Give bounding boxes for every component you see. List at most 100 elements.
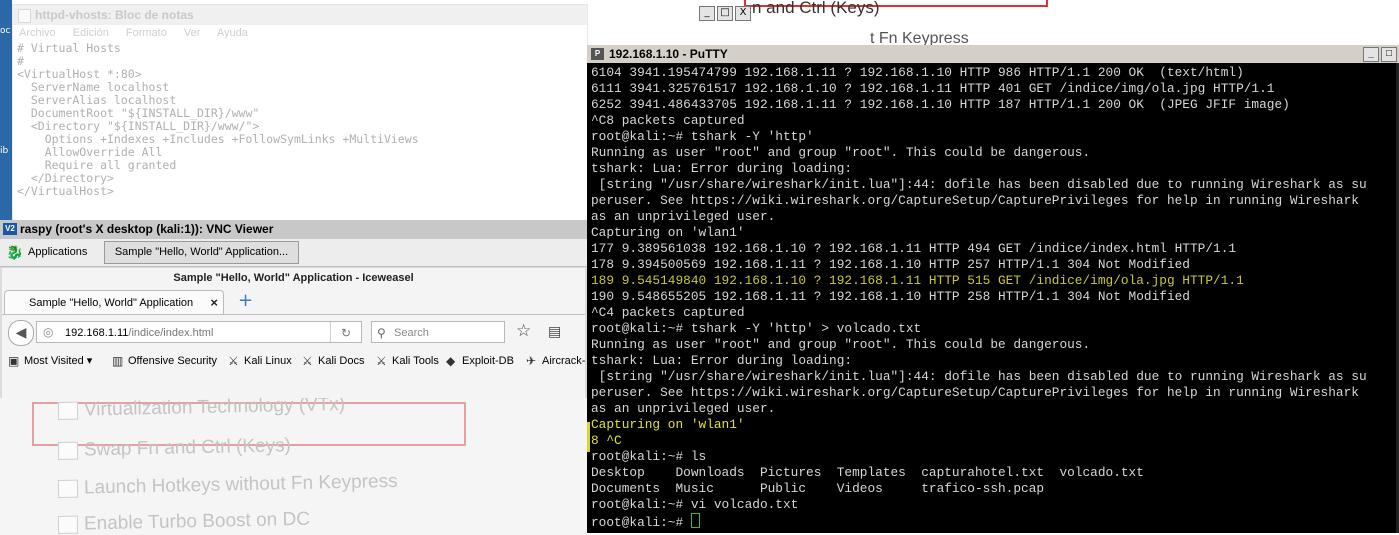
notepad-icon bbox=[18, 9, 31, 23]
terminal-line: Documents Music Public Videos trafico-ss… bbox=[591, 481, 1045, 496]
kali-icon: ⚔ bbox=[376, 354, 387, 368]
browser-window-title: Sample "Hello, World" Application - Icew… bbox=[173, 272, 414, 284]
terminal-line: peruser. See https://wiki.wireshark.org/… bbox=[591, 385, 1359, 400]
tab-hello-world[interactable]: Sample "Hello, World" Application × bbox=[4, 290, 224, 314]
kali-icon: ⚔ bbox=[228, 354, 239, 368]
back-arrow-icon[interactable]: ◀ bbox=[8, 320, 34, 346]
notepad-title: httpd-vhosts: Bloc de notas bbox=[35, 8, 194, 22]
checkbox-icon bbox=[57, 479, 79, 498]
close-tab-icon[interactable]: × bbox=[210, 291, 218, 315]
bookmark-aircrack[interactable]: ✈ Aircrack- bbox=[526, 349, 585, 373]
terminal-line: root@kali:~# tshark -Y 'http' bbox=[591, 129, 814, 144]
menu-formato[interactable]: Formato bbox=[126, 27, 167, 39]
bookmark-kali-tools[interactable]: ⚔ Kali Tools bbox=[376, 349, 439, 373]
putty-titlebar[interactable]: P 192.168.1.10 - PuTTY _ □ bbox=[587, 45, 1399, 63]
terminal-line: Running as user "root" and group "root".… bbox=[591, 337, 1091, 352]
tab-label: Sample "Hello, World" Application bbox=[29, 297, 194, 309]
terminal-line: [string "/usr/share/wireshark/init.lua"]… bbox=[591, 369, 1367, 384]
terminal-line: 6111 3941.325761517 192.168.1.10 ? 192.1… bbox=[591, 81, 1275, 96]
bookmark-exploit-db[interactable]: ◆ Exploit-DB bbox=[446, 349, 514, 373]
bios-text-fragment: n and Ctrl (Keys) bbox=[752, 0, 880, 17]
bios-option: Launch Hotkeys without Fn Keypress bbox=[57, 471, 398, 500]
terminal-line: 178 9.394500569 192.168.1.11 ? 192.168.1… bbox=[591, 257, 1190, 272]
tab-strip: Sample "Hello, World" Application × + bbox=[2, 288, 585, 315]
notepad-titlebar[interactable]: httpd-vhosts: Bloc de notas bbox=[13, 5, 587, 25]
desktop-label: oc bbox=[0, 26, 11, 36]
bookmark-offensive-security[interactable]: ▥ Offensive Security bbox=[112, 349, 217, 373]
bookmark-star-icon[interactable]: ☆ bbox=[516, 322, 531, 340]
iceweasel-window: Sample "Hello, World" Application - Icew… bbox=[2, 268, 585, 398]
bookmark-kali-docs[interactable]: ⚔ Kali Docs bbox=[302, 349, 364, 373]
terminal-line: 6104 3941.195474799 192.168.1.11 ? 192.1… bbox=[591, 65, 1244, 80]
terminal-cursor bbox=[690, 513, 700, 528]
bookmark-most-visited[interactable]: ▣ Most Visited ▾ bbox=[8, 349, 92, 373]
selection-marker bbox=[587, 422, 590, 452]
terminal-line: 189 9.545149840 192.168.1.10 ? 192.168.1… bbox=[591, 273, 1244, 288]
checkbox-icon bbox=[57, 515, 79, 534]
window-controls: _ □ X bbox=[697, 6, 751, 22]
kali-icon: ⚔ bbox=[302, 354, 313, 368]
terminal-prompt-line[interactable]: root@kali:~# bbox=[591, 513, 1367, 530]
notepad-text-area[interactable]: # Virtual Hosts # <VirtualHost *:80> Serve… bbox=[13, 41, 587, 199]
terminal-line: root@kali:~# tshark -Y 'http' > volcado.… bbox=[591, 321, 922, 336]
notepad-menubar: Archivo Edición Formato Ver Ayuda bbox=[13, 25, 587, 41]
bookmarks-toolbar: ▣ Most Visited ▾ ▥ Offensive Security ⚔ Kal… bbox=[2, 349, 585, 373]
desktop-label: ib bbox=[0, 146, 9, 156]
terminal-output[interactable]: 6104 3941.195474799 192.168.1.11 ? 192.1… bbox=[587, 63, 1399, 533]
menu-edicion[interactable]: Edición bbox=[73, 27, 109, 39]
kali-dragon-icon: 🐉 bbox=[6, 244, 24, 260]
reload-icon[interactable]: ↻ bbox=[330, 322, 361, 342]
background-photo-top: n and Ctrl (Keys) t Fn Keypress bbox=[740, 0, 1399, 45]
folder-icon: ▣ bbox=[8, 354, 20, 368]
new-tab-icon[interactable]: + bbox=[238, 292, 253, 310]
search-input[interactable]: ⚲ Search bbox=[371, 321, 505, 343]
bookmark-kali-linux[interactable]: ⚔ Kali Linux bbox=[228, 349, 292, 373]
terminal-line: root@kali:~# ls bbox=[591, 449, 707, 464]
menu-ver[interactable]: Ver bbox=[184, 27, 201, 39]
url-bar[interactable]: ◎ 192.168.1.11/indice/index.html ↻ bbox=[36, 321, 362, 343]
bios-option: Enable Turbo Boost on DC bbox=[57, 509, 310, 535]
bios-option: Swap Fn and Ctrl (Keys) bbox=[57, 435, 291, 462]
terminal-line: root@kali:~# vi volcado.txt bbox=[591, 497, 799, 512]
close-button[interactable]: X bbox=[735, 6, 751, 21]
terminal-prompt: root@kali:~# bbox=[591, 515, 691, 530]
vnc-title: raspy (root's X desktop (kali:1)): VNC V… bbox=[20, 222, 274, 236]
background-bios-photo: Virtualization Technology (VTx) Swap Fn … bbox=[0, 398, 587, 535]
terminal-line: Running as user "root" and group "root".… bbox=[591, 145, 1091, 160]
applications-menu-button[interactable]: 🐉 Applications bbox=[6, 243, 87, 262]
navigation-bar: ◀ ◎ 192.168.1.11/indice/index.html ↻ ⚲ S… bbox=[2, 315, 585, 349]
aircrack-icon: ✈ bbox=[526, 354, 537, 368]
minimize-button[interactable]: _ bbox=[699, 6, 715, 21]
bios-text-fragment: t Fn Keypress bbox=[870, 30, 969, 45]
menu-archivo[interactable]: Archivo bbox=[19, 27, 56, 39]
putty-icon: P bbox=[591, 48, 604, 60]
search-placeholder: Search bbox=[394, 327, 429, 339]
terminal-line: tshark: Lua: Error during loading: bbox=[591, 353, 853, 368]
library-icon[interactable]: ▤ bbox=[548, 323, 561, 341]
maximize-button[interactable]: □ bbox=[717, 6, 733, 21]
terminal-line: Capturing on 'wlan1' bbox=[591, 225, 745, 240]
terminal-line: 190 9.548655205 192.168.1.11 ? 192.168.1… bbox=[591, 289, 1190, 304]
minimize-button[interactable]: _ bbox=[1363, 47, 1379, 62]
vnc-titlebar[interactable]: V2 raspy (root's X desktop (kali:1)): VN… bbox=[0, 220, 587, 239]
notepad-window: httpd-vhosts: Bloc de notas Archivo Edic… bbox=[12, 4, 588, 222]
putty-title: 192.168.1.10 - PuTTY bbox=[609, 47, 728, 61]
search-icon: ⚲ bbox=[377, 326, 386, 340]
maximize-button[interactable]: □ bbox=[1381, 47, 1397, 62]
terminal-line: [string "/usr/share/wireshark/init.lua"]… bbox=[591, 177, 1367, 192]
vnc-icon: V2 bbox=[3, 223, 17, 235]
exploit-db-icon: ◆ bbox=[446, 354, 456, 368]
terminal-line: as an unprivileged user. bbox=[591, 401, 776, 416]
terminal-line: 177 9.389561038 192.168.1.10 ? 192.168.1… bbox=[591, 241, 1237, 256]
taskbar-item-iceweasel[interactable]: Sample "Hello, World" Application... bbox=[104, 241, 299, 264]
terminal-line: ^C4 packets captured bbox=[591, 305, 745, 320]
url-host: 192.168.1.11 bbox=[65, 327, 129, 339]
checkbox-icon bbox=[57, 441, 79, 460]
menu-ayuda[interactable]: Ayuda bbox=[217, 27, 248, 39]
text-line: # Virtual Hosts bbox=[17, 41, 121, 55]
terminal-line: 8 ^C bbox=[591, 433, 622, 448]
terminal-line: 6252 3941.486433705 192.168.1.11 ? 192.1… bbox=[591, 97, 1290, 112]
checkbox-icon bbox=[57, 401, 79, 420]
desktop-edge: oc ib bbox=[0, 0, 12, 220]
terminal-line: ^C8 packets captured bbox=[591, 113, 745, 128]
